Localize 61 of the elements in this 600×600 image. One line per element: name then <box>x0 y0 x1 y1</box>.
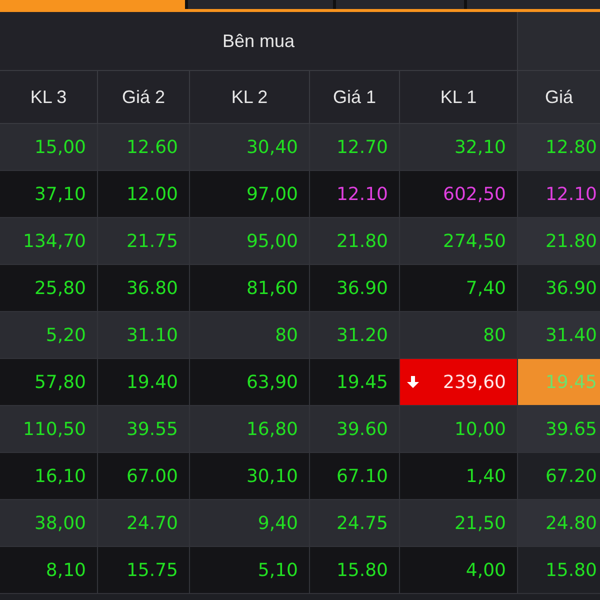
table-cell: 19.45 <box>518 359 600 405</box>
table-cell: 12.60 <box>98 124 190 170</box>
table-cell: 67.00 <box>98 453 190 499</box>
table-cell: 110,50 <box>0 406 98 452</box>
table-cell: 15,00 <box>0 124 98 170</box>
table-cell: 63,90 <box>190 359 310 405</box>
table-cell: 12.00 <box>98 171 190 217</box>
table-cell: 15.80 <box>310 547 400 593</box>
column-header: Giá 1 <box>310 71 400 123</box>
tab[interactable] <box>467 0 600 9</box>
table-cell: 25,80 <box>0 265 98 311</box>
column-header: Giá <box>518 71 600 123</box>
table-cell: 31.20 <box>310 312 400 358</box>
table-cell: 24.80 <box>518 500 600 546</box>
table-cell: 5,20 <box>0 312 98 358</box>
table-cell: 24.75 <box>310 500 400 546</box>
table-cell: 21.75 <box>98 218 190 264</box>
table-cell: 81,60 <box>190 265 310 311</box>
column-header: Giá 2 <box>98 71 190 123</box>
table-cell: 80 <box>190 312 310 358</box>
tab[interactable] <box>0 0 186 9</box>
table-cell: 36.80 <box>98 265 190 311</box>
table-cell: 5,10 <box>190 547 310 593</box>
table-cell: 39.55 <box>98 406 190 452</box>
table-cell: 134,70 <box>0 218 98 264</box>
table-cell: 21.80 <box>518 218 600 264</box>
table-cell: 38,00 <box>0 500 98 546</box>
table-cell: 36.90 <box>518 265 600 311</box>
table-cell: 21.80 <box>310 218 400 264</box>
table-cell: 12.80 <box>518 124 600 170</box>
table-cell: 97,00 <box>190 171 310 217</box>
table-cell: 67.20 <box>518 453 600 499</box>
table-cell: 12.10 <box>518 171 600 217</box>
table-cell: 15.75 <box>98 547 190 593</box>
table-cell: 12.10 <box>310 171 400 217</box>
table-cell: 30,40 <box>190 124 310 170</box>
table-cell: 95,00 <box>190 218 310 264</box>
table-cell: 19.40 <box>98 359 190 405</box>
column-header: KL 2 <box>190 71 310 123</box>
table-cell: 16,10 <box>0 453 98 499</box>
table-cell: 67.10 <box>310 453 400 499</box>
column-header: KL 3 <box>0 71 98 123</box>
table-cell: 16,80 <box>190 406 310 452</box>
table-cell: 31.10 <box>98 312 190 358</box>
table-cell: 12.70 <box>310 124 400 170</box>
table-cell: 37,10 <box>0 171 98 217</box>
table-cell: 57,80 <box>0 359 98 405</box>
table-cell: 39.60 <box>310 406 400 452</box>
table-cell: 24.70 <box>98 500 190 546</box>
table-cell: 31.40 <box>518 312 600 358</box>
table-cell: 8,10 <box>0 547 98 593</box>
table-cell: 36.90 <box>310 265 400 311</box>
table-cell: 39.65 <box>518 406 600 452</box>
table-cell: 30,10 <box>190 453 310 499</box>
column-group-header: Bên mua <box>0 12 518 70</box>
tab[interactable] <box>188 0 333 9</box>
table-cell: 9,40 <box>190 500 310 546</box>
down-arrow-icon <box>406 375 420 389</box>
table-cell: 15.80 <box>518 547 600 593</box>
table-cell: 239,60 <box>400 359 518 405</box>
tab[interactable] <box>336 0 464 9</box>
